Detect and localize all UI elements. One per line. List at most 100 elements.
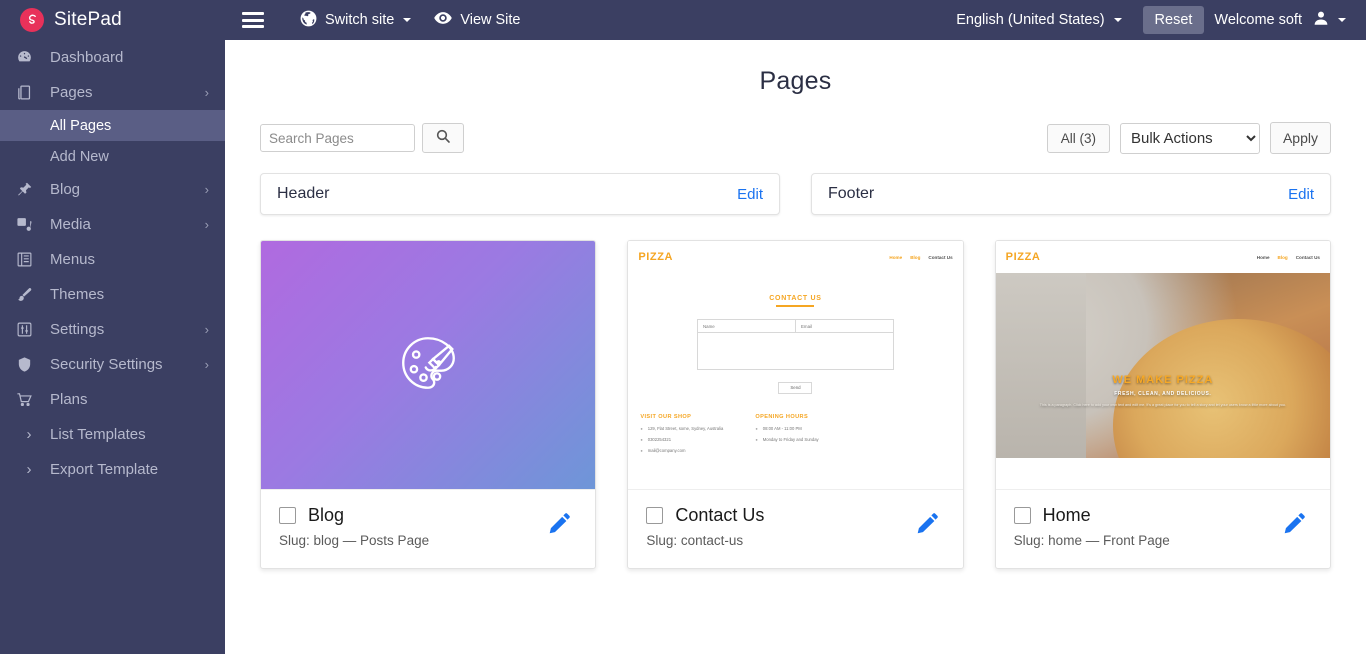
bullet-icon: ● bbox=[755, 425, 758, 431]
page-card-slug: Slug: blog — Posts Page bbox=[279, 533, 430, 548]
chevron-right-icon: › bbox=[26, 461, 32, 478]
brand-name: SitePad bbox=[54, 9, 122, 30]
edit-link[interactable]: Edit bbox=[1288, 186, 1314, 203]
page-card[interactable]: PIZZA Home Blog Contact Us WE MAKE PIZZA… bbox=[994, 240, 1331, 569]
eye-icon bbox=[433, 8, 453, 32]
page-thumbnail[interactable]: PIZZA Home Blog Contact Us CONTACT US Na… bbox=[628, 241, 963, 490]
switch-site-button[interactable]: Switch site bbox=[288, 0, 422, 40]
preview-footer-text: mail@company.com bbox=[647, 447, 686, 453]
chevron-right-icon: › bbox=[204, 357, 209, 372]
preview-hero-text: WE MAKE PIZZA FRESH, CLEAN, AND DELICIOU… bbox=[1038, 374, 1288, 408]
apply-button[interactable]: Apply bbox=[1269, 122, 1331, 154]
sidebar-item-dashboard[interactable]: Dashboard bbox=[0, 40, 225, 75]
chevron-right-icon: › bbox=[204, 182, 209, 197]
chevron-right-icon: › bbox=[204, 85, 209, 100]
sidebar-item-media[interactable]: Media › bbox=[0, 207, 225, 242]
bullet-icon: ● bbox=[755, 436, 758, 442]
sidebar-item-label: Dashboard bbox=[50, 49, 124, 66]
page-card-body: Contact Us Slug: contact-us bbox=[628, 490, 962, 568]
site-preview-home: PIZZA Home Blog Contact Us WE MAKE PIZZA… bbox=[995, 241, 1330, 489]
view-site-button[interactable]: View Site bbox=[422, 0, 531, 40]
preview-nav-link: Contact Us bbox=[928, 254, 953, 260]
language-selector[interactable]: English (United States) bbox=[945, 0, 1132, 40]
page-card-slug: Slug: home — Front Page bbox=[1013, 533, 1170, 548]
page-card[interactable]: Blog Slug: blog — Posts Page bbox=[260, 240, 597, 569]
bulk-actions-select[interactable]: Bulk Actions bbox=[1119, 122, 1260, 154]
pencil-icon[interactable] bbox=[915, 510, 941, 541]
page-thumbnail[interactable] bbox=[261, 241, 596, 490]
preview-form-row: Name Email bbox=[696, 318, 894, 333]
toolbar-right: All (3) Bulk Actions Apply bbox=[1046, 122, 1331, 154]
preview-nav-link: Blog bbox=[1277, 254, 1288, 260]
page-card-titleline: Home bbox=[1013, 505, 1312, 526]
search-button[interactable] bbox=[422, 123, 464, 153]
pin-icon bbox=[16, 181, 42, 198]
sidebar-item-label: Settings bbox=[50, 321, 105, 338]
page-card[interactable]: PIZZA Home Blog Contact Us CONTACT US Na… bbox=[627, 240, 964, 569]
page-select-checkbox[interactable] bbox=[279, 507, 296, 524]
page-thumbnail[interactable]: PIZZA Home Blog Contact Us WE MAKE PIZZA… bbox=[995, 241, 1330, 490]
sidebar-item-pages[interactable]: Pages › bbox=[0, 75, 225, 110]
sidebar-item-plans[interactable]: Plans bbox=[0, 382, 225, 417]
hamburger-icon[interactable] bbox=[242, 12, 264, 28]
page-title: Pages bbox=[759, 67, 832, 95]
sidebar-item-add-new[interactable]: Add New bbox=[0, 141, 225, 172]
switch-site-label: Switch site bbox=[325, 12, 395, 28]
menus-icon bbox=[16, 251, 42, 268]
sidebar-item-label: Pages bbox=[50, 84, 93, 101]
cart-icon bbox=[16, 391, 42, 408]
pencil-icon[interactable] bbox=[547, 510, 573, 541]
preview-logo: PIZZA bbox=[1005, 251, 1041, 263]
edit-link[interactable]: Edit bbox=[737, 186, 763, 203]
preview-footer: VISIT OUR SHOP ● 129, Flat Street, some, … bbox=[628, 414, 962, 453]
preview-footer-line: ● 08:00 AM - 11:00 PM bbox=[755, 426, 818, 431]
page-card-body: Home Slug: home — Front Page bbox=[996, 490, 1330, 568]
page-select-checkbox[interactable] bbox=[646, 507, 664, 524]
search-input[interactable] bbox=[260, 124, 415, 152]
pencil-icon[interactable] bbox=[1282, 510, 1308, 541]
page-card-body: Blog Slug: blog — Posts Page bbox=[261, 490, 595, 568]
special-page-footer[interactable]: Footer Edit bbox=[811, 173, 1331, 215]
special-page-header[interactable]: Header Edit bbox=[260, 173, 780, 215]
preview-footer-heading: VISIT OUR SHOP bbox=[640, 413, 692, 420]
page-card-slug: Slug: contact-us bbox=[646, 533, 744, 548]
brand[interactable]: SitePad bbox=[0, 0, 225, 40]
preview-nav-link: Blog bbox=[910, 254, 921, 260]
top-bar: SitePad Switch site View Site English (U… bbox=[0, 0, 1366, 40]
preview-contact-form: Name Email Send bbox=[696, 318, 894, 394]
sidebar-item-settings[interactable]: Settings › bbox=[0, 312, 225, 347]
sidebar-item-security-settings[interactable]: Security Settings › bbox=[0, 347, 225, 382]
chevron-right-icon: › bbox=[204, 322, 209, 337]
sidebar: Dashboard Pages › All Pages Add New Blog… bbox=[0, 40, 225, 654]
sidebar-item-menus[interactable]: Menus bbox=[0, 242, 225, 277]
preview-nav-links: Home Blog Contact Us bbox=[1257, 255, 1320, 260]
sidebar-item-export-template[interactable]: › Export Template bbox=[0, 452, 225, 487]
sidebar-item-all-pages[interactable]: All Pages bbox=[0, 110, 225, 141]
sidebar-item-themes[interactable]: Themes bbox=[0, 277, 225, 312]
page-card-title: Blog bbox=[308, 505, 345, 525]
shield-icon bbox=[16, 356, 42, 373]
preview-hero-heading: WE MAKE PIZZA bbox=[1112, 374, 1214, 387]
preview-footer-text: 08:00 AM - 11:00 PM bbox=[762, 425, 802, 431]
preview-logo: PIZZA bbox=[638, 251, 674, 263]
preview-heading: CONTACT US bbox=[769, 295, 822, 302]
preview-navbar: PIZZA Home Blog Contact Us bbox=[628, 241, 963, 273]
page-select-checkbox[interactable] bbox=[1013, 507, 1031, 524]
bullet-icon: ● bbox=[640, 436, 643, 442]
preview-footer-line: ● Monday to Friday and Sunday bbox=[755, 437, 818, 442]
chevron-down-icon bbox=[1113, 18, 1122, 22]
user-menu[interactable] bbox=[1312, 9, 1358, 32]
chevron-down-icon bbox=[403, 18, 412, 22]
welcome-label: Welcome soft bbox=[1214, 12, 1302, 28]
filter-all-button[interactable]: All (3) bbox=[1046, 123, 1110, 153]
special-pages-row: Header Edit Footer Edit bbox=[225, 173, 1366, 215]
preview-nav-link: Contact Us bbox=[1295, 254, 1320, 260]
sidebar-item-blog[interactable]: Blog › bbox=[0, 172, 225, 207]
preview-footer-col: OPENING HOURS ● 08:00 AM - 11:00 PM ● Mond… bbox=[755, 414, 818, 453]
reset-button[interactable]: Reset bbox=[1142, 6, 1205, 34]
preview-hero-subheading: FRESH, CLEAN, AND DELICIOUS. bbox=[1114, 391, 1212, 398]
chevron-down-icon bbox=[1338, 18, 1346, 22]
sidebar-item-label: Menus bbox=[50, 251, 96, 268]
preview-footer-col: VISIT OUR SHOP ● 129, Flat Street, some, … bbox=[640, 414, 723, 453]
sidebar-item-list-templates[interactable]: › List Templates bbox=[0, 417, 225, 452]
